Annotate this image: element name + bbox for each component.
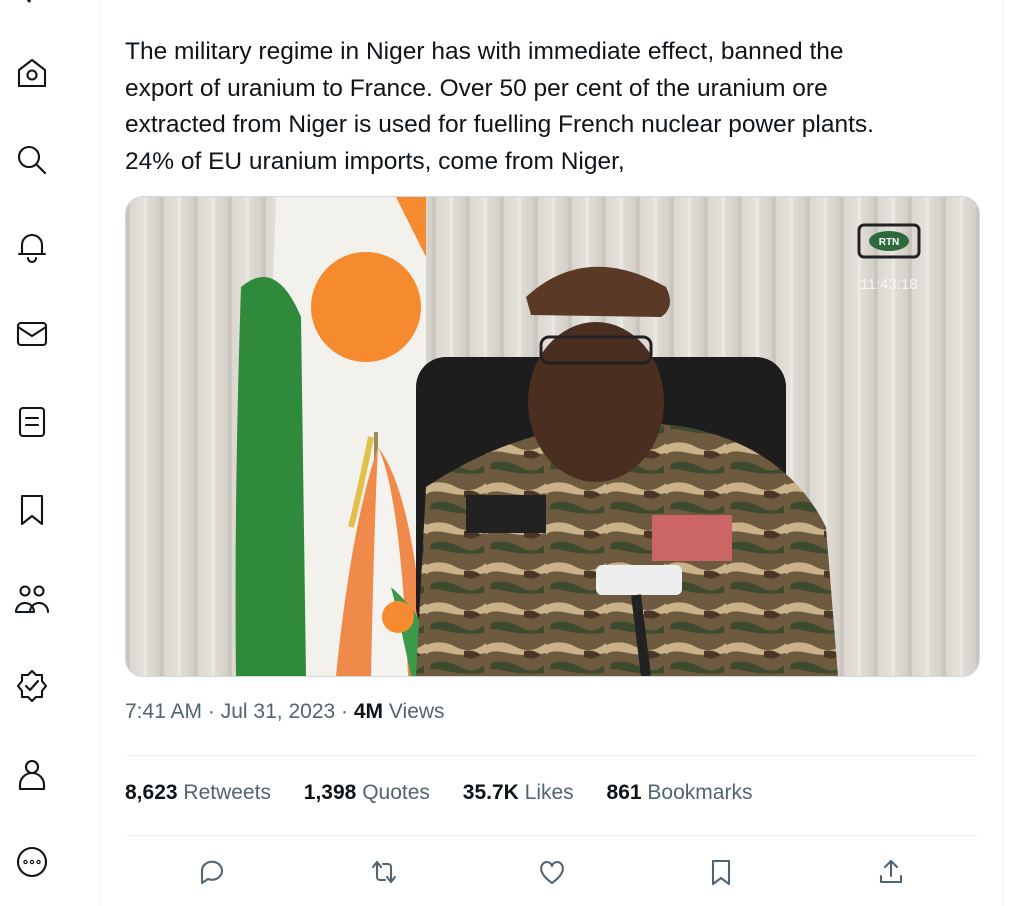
tweet-text-line: extracted from Niger is used for fuellin… [125,111,874,138]
quotes-label: Quotes [362,781,430,804]
column-border [1002,0,1003,906]
likes-label: Likes [524,781,574,804]
likes-count: 35.7K [462,781,519,804]
search-icon[interactable] [12,140,52,180]
tweet-meta: 7:41 AM · Jul 31, 2023 · 4M Views [125,700,445,724]
bookmarks-label: Bookmarks [647,781,753,804]
quotes-stat[interactable]: 1,398 Quotes [304,781,430,805]
tweet-media-image[interactable]: RTN 11:43:18 [125,196,980,677]
bookmarks-count: 861 [606,781,642,804]
likes-stat[interactable]: 35.7K Likes [463,781,574,805]
divider [125,755,978,756]
retweet-icon[interactable] [364,852,404,892]
meta-separator: · [341,700,349,723]
views-label: Views [388,700,445,723]
reply-icon[interactable] [192,852,232,892]
notifications-bell-icon[interactable] [12,227,52,267]
tweet-text-line: export of uranium to France. Over 50 per… [125,74,828,102]
tweet-time[interactable]: 7:41 AM [125,700,202,723]
share-icon[interactable] [871,852,911,892]
bookmarks-stat[interactable]: 861 Bookmarks [607,781,753,805]
x-logo-icon[interactable] [8,0,56,8]
more-options-icon[interactable] [12,842,52,882]
quotes-count: 1,398 [303,781,357,804]
meta-separator: · [207,700,215,723]
verified-icon[interactable] [12,666,52,706]
tweet-text: The military regime in Niger has with im… [125,34,965,180]
like-heart-icon[interactable] [532,852,572,892]
bookmark-icon[interactable] [701,852,741,892]
divider [125,835,978,836]
tweet-date[interactable]: Jul 31, 2023 [221,700,335,723]
retweets-count: 8,623 [125,781,178,804]
home-icon[interactable] [12,53,52,93]
bookmarks-icon[interactable] [12,490,52,530]
tweet-text-line: The military regime in Niger has with im… [125,38,844,65]
broadcast-timestamp: 11:43:18 [860,276,917,293]
lists-icon[interactable] [12,402,52,442]
broadcaster-logo-text: RTN [879,237,900,248]
left-nav-rail [0,0,101,906]
messages-envelope-icon[interactable] [12,314,52,354]
views-count: 4M [353,700,384,723]
engagement-stats: 8,623 Retweets 1,398 Quotes 35.7K Likes … [125,781,779,805]
tweet-text-line: 24% of EU uranium imports, come from Nig… [125,147,625,175]
retweets-stat[interactable]: 8,623 Retweets [125,781,271,805]
communities-icon[interactable] [12,578,52,618]
profile-icon[interactable] [12,754,52,794]
retweets-label: Retweets [183,781,271,804]
